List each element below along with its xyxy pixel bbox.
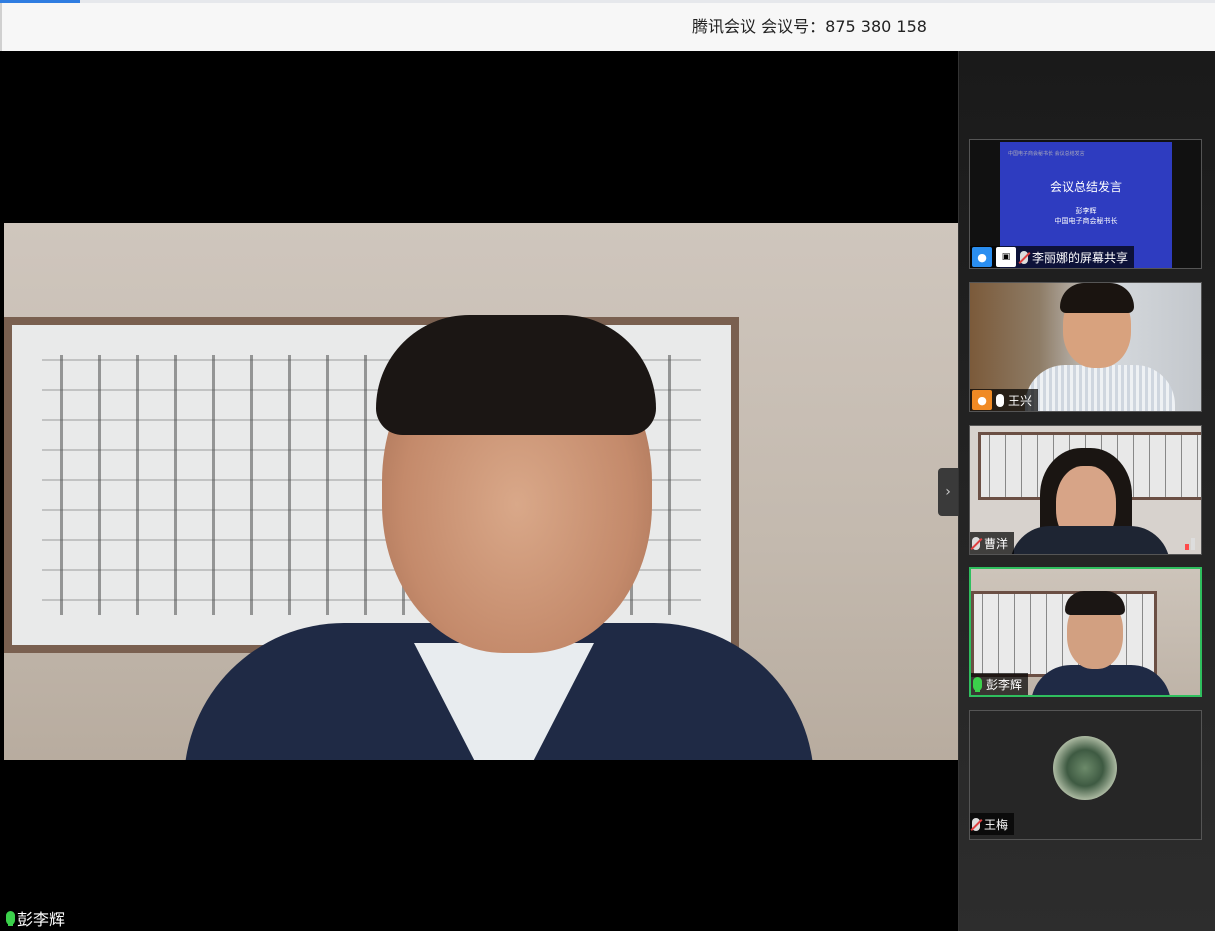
participant-label: 彭李辉 xyxy=(971,673,1029,695)
participant-name: 彭李辉 xyxy=(986,677,1023,692)
participant-name: 王梅 xyxy=(984,817,1009,832)
participant-label: ● ▣ 李丽娜的屏幕共享 xyxy=(970,246,1135,268)
main-video-feed xyxy=(4,223,958,760)
participant-tile-screen-share[interactable]: 中国电子商会秘书长 会议总结发言 会议总结发言 彭李辉 中国电子商会秘书长 ● … xyxy=(969,139,1202,269)
participant-tile-wangmei[interactable]: 王梅 xyxy=(969,710,1202,840)
participant-tile-wangxing[interactable]: ● 王兴 xyxy=(969,282,1202,412)
main-video-area[interactable]: 彭李辉 xyxy=(4,51,958,931)
screen-share-icon: ▣ xyxy=(996,247,1016,267)
participant-label: 王梅 xyxy=(970,813,1015,835)
meeting-title-bar: 腾讯会议 会议号：875 380 158 xyxy=(0,3,1215,51)
microphone-active-icon xyxy=(6,911,15,926)
signal-strength-icon xyxy=(1185,538,1195,550)
chevron-right-icon: › xyxy=(945,484,951,500)
participant-tile-caoyang[interactable]: 曹洋 xyxy=(969,425,1202,555)
user-icon: ● xyxy=(972,390,992,410)
participant-label: ● 王兴 xyxy=(970,389,1039,411)
microphone-icon xyxy=(996,393,1004,407)
microphone-muted-icon xyxy=(1020,250,1028,264)
microphone-active-icon xyxy=(973,677,982,692)
participant-tile-penglihui[interactable]: 彭李辉 xyxy=(969,567,1202,697)
slide-title: 会议总结发言 xyxy=(1049,180,1122,194)
user-icon: ● xyxy=(972,247,992,267)
participant-label: 曹洋 xyxy=(970,532,1015,554)
participant-name: 曹洋 xyxy=(984,536,1009,551)
main-speaker-name: 彭李辉 xyxy=(17,910,66,929)
participant-name: 王兴 xyxy=(1008,393,1033,408)
participant-name: 李丽娜的屏幕共享 xyxy=(1032,250,1129,265)
collapse-sidebar-button[interactable]: › xyxy=(938,468,958,516)
avatar xyxy=(1053,736,1117,800)
microphone-muted-icon xyxy=(972,817,980,831)
meeting-title: 腾讯会议 会议号：875 380 158 xyxy=(692,17,927,36)
main-speaker-name-tag: 彭李辉 xyxy=(6,906,65,930)
microphone-muted-icon xyxy=(972,536,980,550)
